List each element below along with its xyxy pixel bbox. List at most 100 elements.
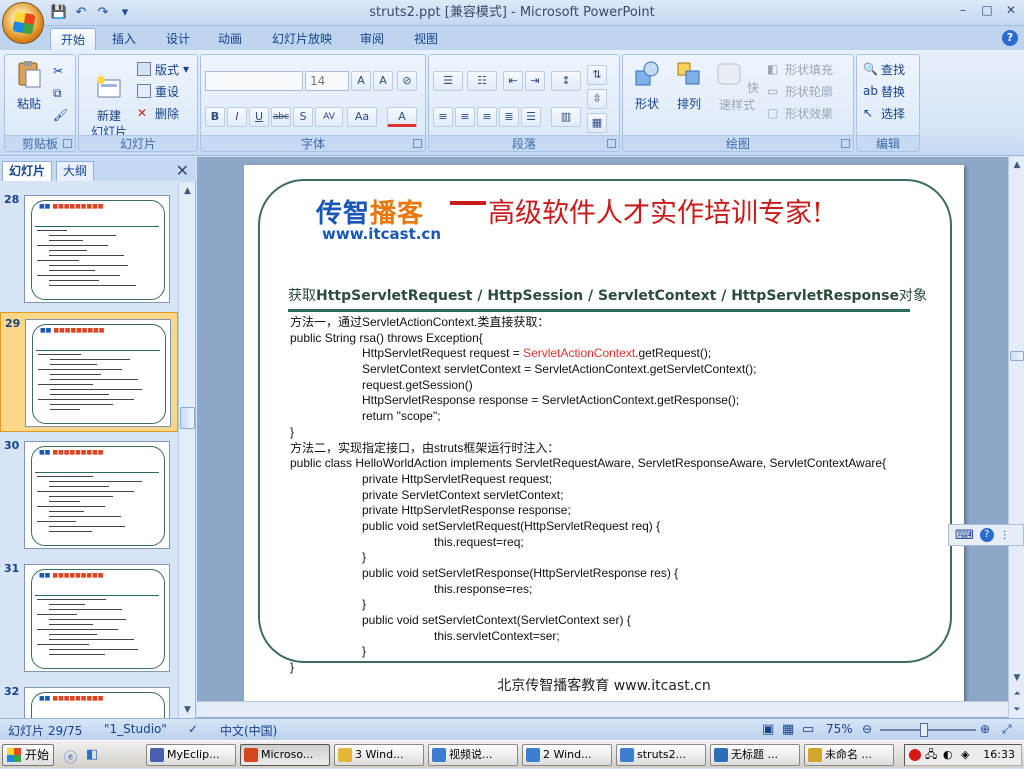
numbering-icon[interactable]: ☷ [467,71,497,91]
grow-font-icon[interactable]: A [351,71,371,91]
taskbar-button[interactable]: 2 Wind... [522,744,612,766]
ie-icon[interactable]: ⓔ [64,747,77,766]
shrink-font-icon[interactable]: A [373,71,393,91]
copy-icon[interactable]: ⧉ [53,83,62,103]
taskbar-button[interactable]: 3 Wind... [334,744,424,766]
taskbar-button[interactable]: MyEclip... [146,744,236,766]
shape-effects-button[interactable]: ▢ 形状效果 [767,103,833,123]
maximize-button[interactable]: □ [976,2,998,20]
sorter-view-icon[interactable]: ▦ [782,722,794,737]
align-center-icon[interactable]: ≡ [455,107,475,127]
font-name-combo[interactable] [205,71,303,91]
close-button[interactable]: ✕ [1000,2,1022,20]
scroll-down-icon[interactable]: ▼ [1009,670,1024,686]
layout-button[interactable]: 版式 ▾ [137,59,189,79]
reset-button[interactable]: 重设 [137,81,179,101]
slideshow-view-icon[interactable]: ▭ [802,722,814,737]
zoom-level[interactable]: 75% [826,722,853,736]
redo-icon[interactable]: ↷ [94,4,112,22]
underline-button[interactable]: U [249,107,269,127]
help-icon[interactable]: ? [979,528,994,542]
office-button[interactable] [2,2,44,44]
align-right-icon[interactable]: ≡ [477,107,497,127]
new-slide-button[interactable]: 新建 幻灯片 [83,59,135,140]
italic-button[interactable]: I [227,107,247,127]
format-painter-icon[interactable]: 🖌 [53,105,68,125]
clipboard-launcher-icon[interactable] [63,139,72,148]
scroll-thumb[interactable] [1010,351,1024,361]
shape-fill-button[interactable]: ◧ 形状填充 [767,59,833,79]
select-button[interactable]: ↖ 选择 [863,103,905,123]
scroll-down-icon[interactable]: ▼ [179,702,196,718]
cut-icon[interactable]: ✂ [53,61,63,81]
bold-button[interactable]: B [205,107,225,127]
delete-button[interactable]: ✕ 删除 [137,103,179,123]
align-left-icon[interactable]: ≡ [433,107,453,127]
scroll-thumb[interactable] [180,407,195,429]
slide-thumbnail[interactable]: 31 ■■ ■■■■■■■■■ [0,558,178,678]
editor-hscrollbar[interactable] [197,701,1008,717]
char-spacing-button[interactable]: AV [315,107,343,127]
arrange-button[interactable]: 排列 [669,59,709,112]
network-icon[interactable]: 🖧 [925,745,937,765]
tab-outline[interactable]: 大纲 [56,161,95,181]
minimize-button[interactable]: – [952,2,974,20]
save-icon[interactable]: 💾 [50,4,68,22]
taskbar-button[interactable]: struts2... [616,744,706,766]
change-case-button[interactable]: Aa [347,107,377,127]
quick-styles-button[interactable]: 快速样式 [711,59,763,113]
columns-icon[interactable]: ▥ [551,107,581,127]
thumbnail-scrollbar[interactable]: ▲ ▼ [178,183,195,718]
shapes-button[interactable]: 形状 [627,59,667,112]
tab-review[interactable]: 审阅 [350,28,394,50]
tab-insert[interactable]: 插入 [102,28,146,50]
align-text-icon[interactable]: ⇳ [587,89,607,109]
paste-button[interactable]: 粘贴 [9,59,49,112]
normal-view-icon[interactable]: ▣ [762,722,774,737]
bullets-icon[interactable]: ☰ [433,71,463,91]
tab-design[interactable]: 设计 [156,28,200,50]
strikethrough-button[interactable]: abc [271,107,291,127]
smartart-icon[interactable]: ▦ [587,113,607,133]
taskbar-button[interactable]: 未命名 ... [804,744,894,766]
tab-home[interactable]: 开始 [50,28,97,50]
paragraph-launcher-icon[interactable] [607,139,616,148]
font-launcher-icon[interactable] [413,139,422,148]
font-size-combo[interactable]: 14 [305,71,349,91]
slide-canvas[interactable]: 传智播客 www.itcast.cn 高级软件人才实作培训专家! 获取HttpS… [244,165,964,705]
code-block[interactable]: 方法一，通过ServletActionContext.类直接获取： public … [290,315,930,676]
zoom-out-icon[interactable]: ⊖ [862,722,872,736]
tab-view[interactable]: 视图 [404,28,448,50]
scroll-up-icon[interactable]: ▲ [1009,157,1024,173]
help-icon[interactable]: ? [1002,30,1018,46]
distribute-icon[interactable]: ☰ [521,107,541,127]
taskbar-button[interactable]: Microso... [240,744,330,766]
customize-icon[interactable]: ▾ [116,4,134,22]
tab-slides-thumbnails[interactable]: 幻灯片 [2,161,53,181]
spellcheck-icon[interactable]: ✓ [188,722,198,736]
taskbar-button[interactable]: 无标题 ... [710,744,800,766]
slide-thumbnail[interactable]: 28 ■■ ■■■■■■■■■ [0,189,178,309]
slide-thumbnail[interactable]: 32 ■■ ■■■■■■■■■ [0,681,178,718]
shadow-button[interactable]: S [293,107,313,127]
drawing-launcher-icon[interactable] [841,139,850,148]
zoom-slider-knob[interactable] [919,723,928,737]
taskbar-button[interactable]: 视频说... [428,744,518,766]
zoom-slider[interactable] [880,723,976,737]
record-icon[interactable] [909,749,921,761]
volume-icon[interactable]: ◐ [943,745,953,765]
shape-outline-button[interactable]: ▭ 形状轮廓 [767,81,833,101]
slide-thumbnail[interactable]: 29 ■■ ■■■■■■■■■ [0,312,178,432]
zoom-in-icon[interactable]: ⊕ [980,722,990,736]
close-pane-icon[interactable]: ✕ [176,161,189,180]
undo-icon[interactable]: ↶ [72,4,90,22]
increase-indent-icon[interactable]: ⇥ [525,71,545,91]
tab-slideshow[interactable]: 幻灯片放映 [262,28,342,50]
tab-animations[interactable]: 动画 [208,28,252,50]
slide-thumbnail[interactable]: 30 ■■ ■■■■■■■■■ [0,435,178,555]
antivirus-icon[interactable]: ◈ [961,745,969,765]
start-button[interactable]: 开始 [2,744,54,766]
replace-button[interactable]: ab 替换 [863,81,905,101]
options-icon[interactable]: ⋮ [1000,530,1010,541]
desktop-icon[interactable]: ◧ [86,747,98,762]
